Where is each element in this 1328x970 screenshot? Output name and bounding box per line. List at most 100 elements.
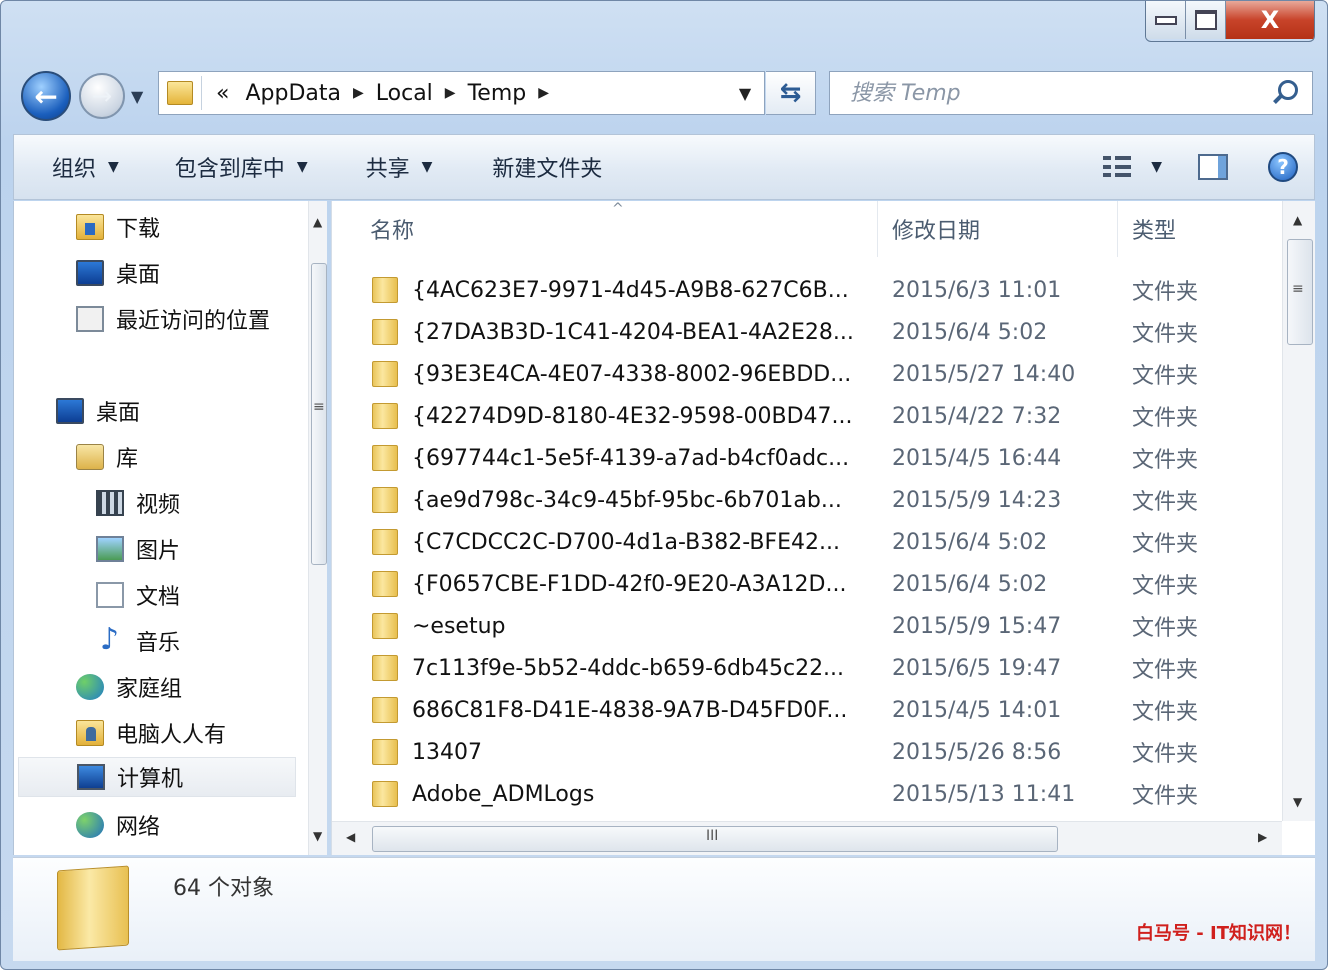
breadcrumb-temp[interactable]: Temp xyxy=(468,81,527,106)
file-list-vertical-scrollbar[interactable]: ▲ ≡ ▼ xyxy=(1282,201,1315,821)
search-box[interactable] xyxy=(829,71,1313,115)
address-history-dropdown[interactable]: ▼ xyxy=(726,72,764,114)
file-type: 文件夹 xyxy=(1132,616,1199,641)
caption-buttons: X xyxy=(1145,1,1315,42)
table-row[interactable]: Adobe_ADMLogs 2015/5/13 11:41 文件夹 xyxy=(332,773,1282,815)
nav-item-downloads[interactable]: 下载 xyxy=(76,207,160,247)
include-in-library-menu[interactable]: 包含到库中 ▼ xyxy=(175,151,308,183)
table-row[interactable]: 7c113f9e-5b52-4ddc-b659-6db45c22... 2015/… xyxy=(332,647,1282,689)
column-header-name[interactable]: 名称 xyxy=(332,201,878,257)
share-menu[interactable]: 共享 ▼ xyxy=(366,151,433,183)
nav-item-pictures[interactable]: 图片 xyxy=(96,529,180,569)
nav-item-recent-places[interactable]: 最近访问的位置 xyxy=(76,299,270,339)
nav-item-computer[interactable]: 计算机 xyxy=(18,757,296,797)
file-date: 2015/4/22 7:32 xyxy=(892,403,1062,429)
scroll-up-icon[interactable]: ▲ xyxy=(1293,213,1302,227)
network-icon xyxy=(76,812,104,838)
recent-pages-dropdown[interactable]: ▼ xyxy=(131,87,143,106)
file-type: 文件夹 xyxy=(1132,784,1199,809)
maximize-button[interactable] xyxy=(1186,1,1226,39)
file-name: {ae9d798c-34c9-45bf-95bc-6b701ab... xyxy=(412,487,842,513)
nav-item-videos[interactable]: 视频 xyxy=(96,483,180,523)
folder-icon xyxy=(372,529,398,555)
file-list: 名称 ^ 修改日期 类型 {4AC623E7-9971-4d45-A9B8-62… xyxy=(331,201,1315,855)
table-row[interactable]: 686C81F8-D41E-4838-9A7B-D45FD0F... 2015/4… xyxy=(332,689,1282,731)
table-row[interactable]: {697744c1-5e5f-4139-a7ad-b4cf0adc... 2015… xyxy=(332,437,1282,479)
table-row[interactable]: {93E3E4CA-4E07-4338-8002-96EBDD... 2015/5… xyxy=(332,353,1282,395)
nav-item-label: 计算机 xyxy=(117,767,184,792)
maximize-icon xyxy=(1194,10,1217,30)
scroll-left-icon[interactable]: ◀ xyxy=(346,830,355,844)
nav-item-label: 文档 xyxy=(136,585,181,610)
refresh-button[interactable]: ⇆ xyxy=(766,71,816,115)
nav-item-label: 桌面 xyxy=(116,263,161,288)
file-type: 文件夹 xyxy=(1132,364,1199,389)
table-row[interactable]: {ae9d798c-34c9-45bf-95bc-6b701ab... 2015/… xyxy=(332,479,1282,521)
breadcrumb-overflow[interactable]: « xyxy=(216,81,229,106)
nav-item-libraries[interactable]: 库 xyxy=(76,437,138,477)
close-button[interactable]: X xyxy=(1226,1,1314,39)
preview-pane-icon[interactable] xyxy=(1198,154,1228,180)
table-row[interactable]: {42274D9D-8180-4E32-9598-00BD47... 2015/4… xyxy=(332,395,1282,437)
column-header-label: 名称 xyxy=(370,219,415,244)
column-header-date[interactable]: 修改日期 xyxy=(878,201,1118,257)
search-icon[interactable] xyxy=(1270,78,1300,108)
forward-button[interactable]: → xyxy=(79,73,125,119)
nav-item-documents[interactable]: 文档 xyxy=(96,575,180,615)
nav-item-label: 库 xyxy=(116,447,139,472)
table-row[interactable]: {4AC623E7-9971-4d45-A9B8-627C6B... 2015/6… xyxy=(332,269,1282,311)
minimize-button[interactable] xyxy=(1146,1,1186,39)
scroll-up-icon[interactable]: ▲ xyxy=(313,215,322,229)
nav-item-desktop-fav[interactable]: 桌面 xyxy=(76,253,160,293)
table-row[interactable]: {27DA3B3D-1C41-4204-BEA1-4A2E28... 2015/6… xyxy=(332,311,1282,353)
breadcrumb-local[interactable]: Local xyxy=(376,81,433,106)
file-type: 文件夹 xyxy=(1132,742,1199,767)
scroll-right-icon[interactable]: ▶ xyxy=(1258,830,1267,844)
chevron-right-icon[interactable]: ▶ xyxy=(353,85,364,101)
file-type: 文件夹 xyxy=(1132,448,1199,473)
scroll-down-icon[interactable]: ▼ xyxy=(313,829,322,843)
nav-scrollbar[interactable]: ▲ ≡ ▼ xyxy=(308,201,327,855)
folder-icon xyxy=(372,739,398,765)
library-icon xyxy=(76,444,104,470)
organize-menu[interactable]: 组织 ▼ xyxy=(52,151,119,183)
table-row[interactable]: {C7CDCC2C-D700-4d1a-B382-BFE42... 2015/6/… xyxy=(332,521,1282,563)
address-separator xyxy=(201,76,202,110)
nav-item-desktop[interactable]: 桌面 xyxy=(56,391,140,431)
table-row[interactable]: 13407 2015/5/26 8:56 文件夹 xyxy=(332,731,1282,773)
nav-item-user-folder[interactable]: 电脑人人有 xyxy=(76,713,226,753)
nav-item-network[interactable]: 网络 xyxy=(76,805,160,845)
nav-item-music[interactable]: 音乐 xyxy=(96,621,180,661)
table-row[interactable]: {F0657CBE-F1DD-42f0-9E20-A3A12D... 2015/6… xyxy=(332,563,1282,605)
table-row[interactable]: ~esetup 2015/5/9 15:47 文件夹 xyxy=(332,605,1282,647)
nav-item-homegroup[interactable]: 家庭组 xyxy=(76,667,182,707)
column-header-type[interactable]: 类型 xyxy=(1118,201,1282,257)
search-input[interactable] xyxy=(848,79,1270,107)
view-options-dropdown[interactable]: ▼ xyxy=(1151,159,1162,175)
scroll-grip-icon: ≡ xyxy=(313,399,325,415)
watermark-text: 白马号 - IT知识网！ xyxy=(1136,923,1301,944)
address-bar[interactable]: « AppData ▶ Local ▶ Temp ▶ ▼ xyxy=(158,71,765,115)
chevron-right-icon[interactable]: ▶ xyxy=(445,85,456,101)
download-folder-icon xyxy=(76,214,104,240)
folder-icon xyxy=(372,445,398,471)
chevron-right-icon[interactable]: ▶ xyxy=(538,85,549,101)
folder-icon xyxy=(372,571,398,597)
file-list-horizontal-scrollbar[interactable]: ◀ III ▶ xyxy=(332,821,1282,855)
help-icon[interactable]: ? xyxy=(1268,152,1298,182)
folder-icon xyxy=(167,81,193,105)
new-folder-button[interactable]: 新建文件夹 xyxy=(492,151,602,183)
scroll-down-icon[interactable]: ▼ xyxy=(1293,795,1302,809)
breadcrumb-appdata[interactable]: AppData xyxy=(245,81,341,106)
recent-places-icon xyxy=(76,306,104,332)
explorer-window: X ← → ▼ « AppData ▶ Local ▶ Temp ▶ ▼ ⇆ 组… xyxy=(0,0,1328,970)
pictures-icon xyxy=(96,536,124,562)
file-type: 文件夹 xyxy=(1132,700,1199,725)
file-type: 文件夹 xyxy=(1132,658,1199,683)
file-name: 13407 xyxy=(412,739,482,765)
folder-icon xyxy=(372,613,398,639)
back-button[interactable]: ← xyxy=(21,71,71,121)
folder-icon xyxy=(372,319,398,345)
column-header-label: 修改日期 xyxy=(892,219,981,244)
change-view-icon[interactable] xyxy=(1103,156,1133,178)
